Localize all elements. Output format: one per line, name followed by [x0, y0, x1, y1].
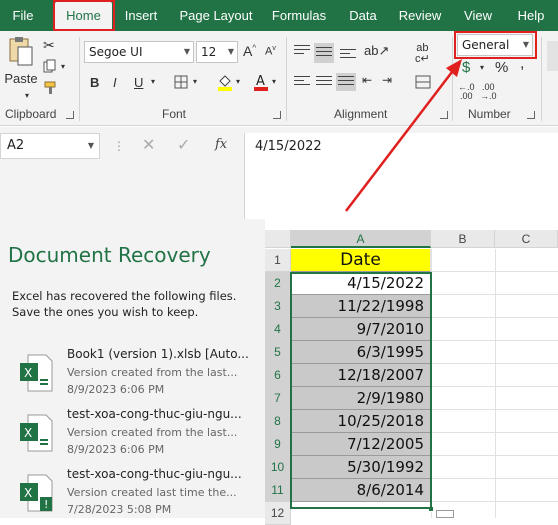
- annotation-arrow: [345, 59, 462, 212]
